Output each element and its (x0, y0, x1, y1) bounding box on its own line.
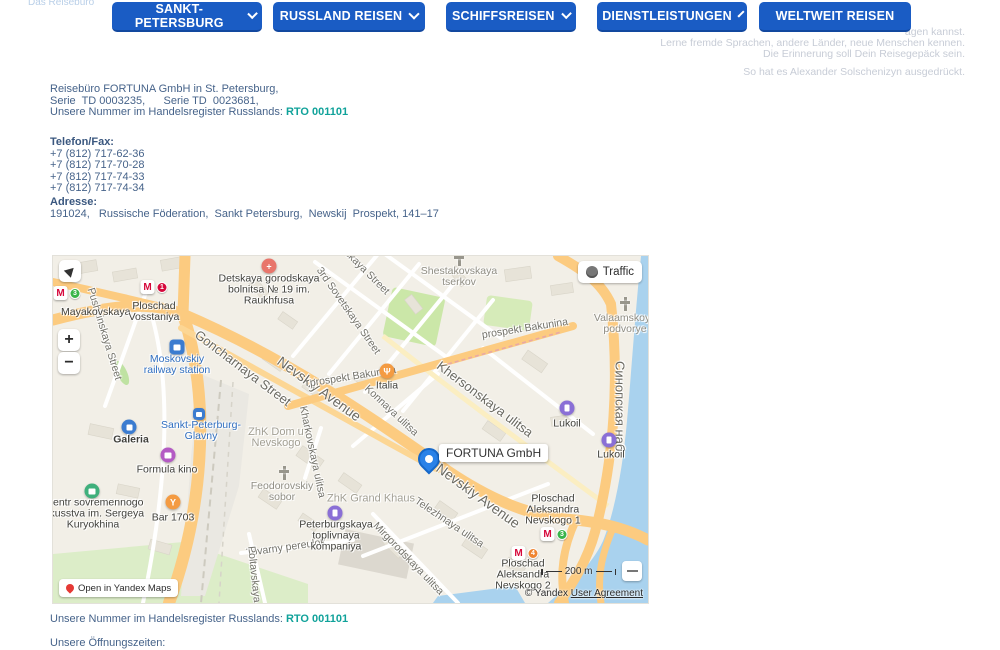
registry-label: Unsere Nummer im Handelsregister Russlan… (50, 106, 286, 118)
nav-button-russland-reisen[interactable]: RUSSLAND REISEN (273, 2, 425, 32)
poi-label: Detskaya gorodskaya bolnitsa № 19 im. Ra… (218, 272, 320, 307)
gas-station-icon[interactable] (559, 400, 575, 416)
map-scale-bar: 200 m (541, 566, 616, 577)
shopping-mall-icon[interactable] (121, 419, 137, 435)
nav-label: SCHIFFSREISEN (452, 9, 555, 23)
ruler-icon (626, 570, 638, 572)
nav-label: WELTWEIT REISEN (775, 9, 895, 23)
traffic-label: Traffic (602, 266, 634, 278)
metro-m-icon: M (540, 527, 555, 541)
poi-label: Tsentr sovremennogo iskusstva im. Sergey… (52, 496, 145, 531)
poi-label: Shestakovskaya tserkov (420, 265, 498, 288)
address-value: 191024, Russische Föderation, Sankt Pete… (50, 207, 439, 220)
metro-line-badge: 3 (556, 528, 568, 540)
nav-button-weltweit-reisen[interactable]: WELTWEIT REISEN (759, 2, 911, 32)
nav-button-sankt-petersburg[interactable]: SANKT-PETERSBURG (112, 2, 262, 32)
poi-label: Lukoil (553, 417, 581, 430)
poi-label: Galeria (113, 433, 149, 446)
poi-label: Feodorovskiy sobor (250, 480, 314, 503)
quote-attribution: So hat es Alexander Solschenizyn ausgedr… (743, 66, 965, 78)
address-block: Adresse: 191024, Russische Föderation, S… (50, 196, 439, 220)
restaurant-icon[interactable]: Ψ (379, 363, 395, 379)
chevron-down-icon (408, 8, 420, 20)
fortuna-pin-label: FORTUNA GmbH (439, 444, 549, 462)
nav-label: SANKT-PETERSBURG (134, 2, 224, 30)
phone-block: Telefon/Fax: +7 (812) 717-62-36 +7 (812)… (50, 136, 145, 195)
chevron-down-icon (737, 10, 745, 18)
quote-line: Die Erinnerung soll Dein Reisegepäck sei… (763, 48, 965, 60)
geolocation-button[interactable] (59, 260, 81, 282)
church-icon[interactable] (618, 297, 632, 311)
location-arrow-icon (63, 264, 77, 278)
nav-button-schiffsreisen[interactable]: SCHIFFSREISEN (446, 2, 576, 32)
map-copyright: © Yandex User Agreement (525, 588, 643, 599)
complex-label: ZhK Dom u Nevskogo (248, 426, 304, 449)
metro-m-icon: M (140, 280, 155, 294)
poi-label: Formula kino (136, 463, 198, 476)
footer-hours-label: Unsere Öffnungszeiten: (50, 637, 166, 649)
poi-label: Valaamskoye podvorye (593, 312, 648, 335)
metro-label: Ploschad Vosstaniya (128, 300, 180, 323)
complex-label: ZhK Grand Khaus (326, 492, 416, 505)
chevron-down-icon (560, 8, 572, 20)
poi-label: Moskovskiy railway station (143, 353, 211, 376)
open-button-label: Open in Yandex Maps (78, 582, 172, 594)
nav-button-dienstleistungen[interactable]: DIENSTLEISTUNGEN (597, 2, 747, 32)
metro-icon-pan1[interactable]: M 3 (540, 527, 568, 541)
top-left-link-fragment[interactable]: Das Reisebüro (28, 0, 94, 7)
phone-number: +7 (812) 717-70-28 (50, 159, 145, 171)
poi-label: Peterburgskaya toplivnaya kompaniya (299, 518, 373, 553)
address-heading: Adresse: (50, 196, 98, 208)
gas-station-icon[interactable] (601, 432, 617, 448)
footer-registry-number: RTO 001101 (285, 613, 349, 625)
poi-label: Sankt-Peterburg-Glavny (161, 419, 241, 442)
bar-icon[interactable]: Y (165, 494, 181, 510)
zoom-in-button[interactable]: + (58, 329, 80, 351)
footer-registry-line: Unsere Nummer im Handelsregister Russlan… (50, 613, 348, 625)
metro-line-badge: 3 (69, 287, 81, 299)
traffic-light-icon (585, 266, 598, 278)
traffic-button[interactable]: Traffic (577, 261, 642, 283)
registry-number: RTO 001101 (285, 106, 349, 118)
scale-label: 200 m (564, 566, 593, 577)
copyright-text: © Yandex (524, 588, 571, 599)
cinema-icon[interactable] (160, 447, 176, 463)
user-agreement-link[interactable]: User Agreement (571, 588, 643, 599)
company-name-line: Reisebüro FORTUNA GmbH in St. Petersburg… (50, 83, 279, 95)
hospital-icon[interactable]: + (261, 258, 277, 274)
poi-label: Bar 1703 (151, 511, 195, 524)
map-pin-icon (64, 582, 76, 594)
metro-line-badge: 1 (156, 281, 168, 293)
zoom-out-button[interactable]: − (58, 352, 80, 374)
phone-number: +7 (812) 717-74-34 (50, 182, 145, 194)
metro-icon-mayakovskaya[interactable]: M 3 (53, 286, 81, 300)
phone-heading: Telefon/Fax: (50, 136, 114, 148)
church-icon[interactable] (277, 466, 291, 480)
metro-label: Ploschad Aleksandra Nevskogo 1 (525, 492, 581, 527)
company-info: Reisebüro FORTUNA GmbH in St. Petersburg… (50, 83, 349, 119)
nav-label: RUSSLAND REISEN (279, 9, 403, 23)
open-in-yandex-button[interactable]: Open in Yandex Maps (59, 579, 179, 597)
yandex-map[interactable]: Pushkinskaya Street Goncharnaya Street N… (52, 255, 649, 604)
chevron-down-icon (246, 8, 258, 20)
poi-label: Lukoil (597, 448, 625, 461)
poi-label: Italia (375, 379, 399, 392)
nav-label: DIENSTLEISTUNGEN (602, 9, 732, 23)
metro-m-icon: M (53, 286, 68, 300)
footer-registry-label: Unsere Nummer im Handelsregister Russlan… (50, 613, 286, 625)
metro-icon-vosstaniya[interactable]: M 1 (140, 280, 168, 294)
company-registry-line: Unsere Nummer im Handelsregister Russlan… (50, 106, 349, 119)
ruler-button[interactable] (622, 561, 642, 581)
